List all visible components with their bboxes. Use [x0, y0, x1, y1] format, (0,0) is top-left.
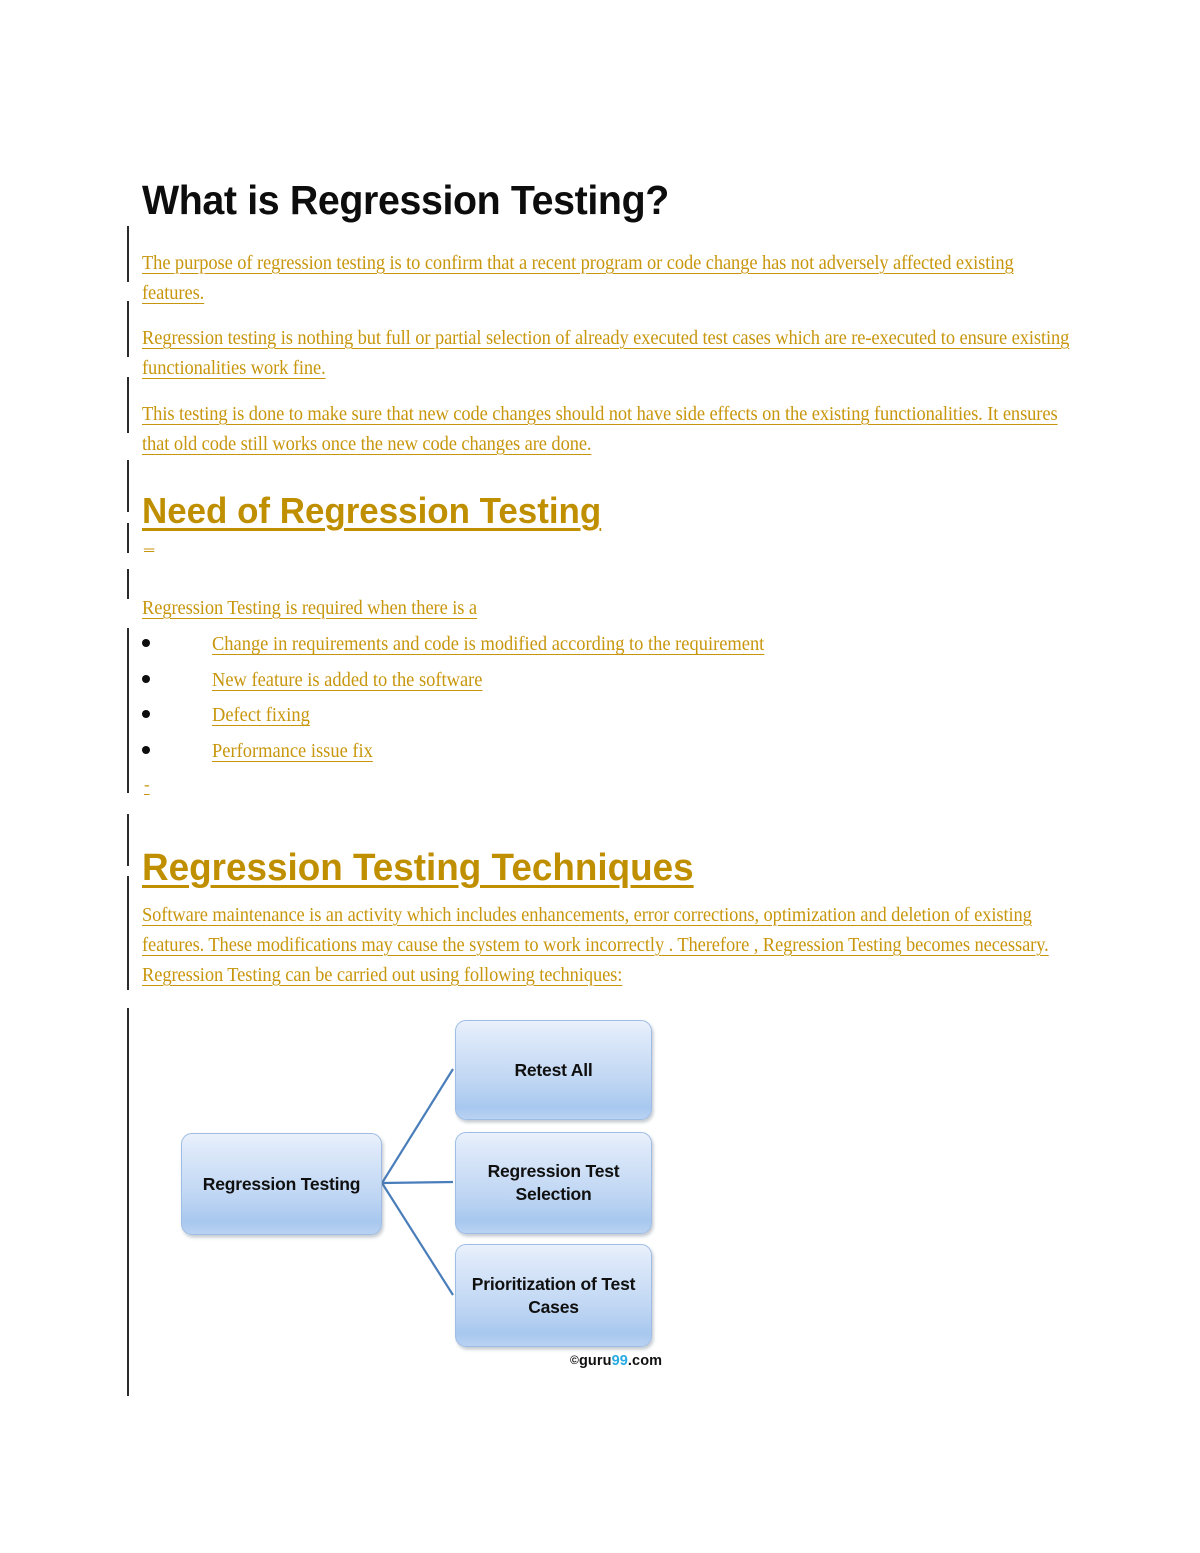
revision-change-bar: [127, 460, 129, 512]
watermark-tld: .com: [627, 1353, 663, 1369]
paragraph-techniques-intro: Software maintenance is an activity whic…: [142, 903, 1049, 986]
list-item-label: Change in requirements and code is modif…: [212, 633, 765, 655]
guru99-watermark: ©guru99.com: [570, 1353, 662, 1369]
section-heading-need: Need of Regression Testing: [142, 489, 602, 531]
list-item: Defect fixing: [0, 701, 1000, 737]
list-item: New feature is added to the software: [0, 666, 1000, 702]
diagram-node-prioritization-of-test-cases: Prioritization of Test Cases: [455, 1244, 652, 1347]
revision-change-bar: [127, 226, 129, 282]
bullet-dot-icon: [142, 674, 150, 683]
bullet-dot-icon: [142, 710, 150, 718]
paragraph-intro-1: The purpose of regression testing is to …: [142, 251, 1014, 304]
list-item-label: Defect fixing: [212, 704, 310, 726]
paragraph-intro-3: This testing is done to make sure that n…: [142, 402, 1058, 455]
diagram-node-regression-test-selection: Regression Test Selection: [455, 1132, 652, 1234]
watermark-name: guru: [578, 1353, 612, 1369]
revision-change-bar: [127, 523, 129, 553]
list-item: Performance issue fix: [0, 737, 1000, 773]
page-title: What is Regression Testing?: [142, 177, 669, 224]
list-item-label: Performance issue fix: [212, 739, 373, 762]
watermark-number: 99: [611, 1353, 628, 1369]
revision-change-bar: [127, 377, 129, 433]
list-item: Change in requirements and code is modif…: [0, 630, 1000, 666]
diagram-node-root: Regression Testing: [181, 1133, 382, 1235]
revision-change-bar: [127, 876, 129, 990]
bullet-dot-icon: [142, 639, 150, 647]
dash-after-bullet-list: -: [144, 775, 150, 794]
revision-change-bar: [127, 814, 129, 866]
revision-change-bar: [127, 569, 129, 599]
revision-change-bar: [127, 1008, 129, 1396]
dash-after-need-heading: _: [144, 530, 155, 552]
section-heading-techniques: Regression Testing Techniques: [142, 846, 694, 889]
need-bullet-list: Change in requirements and code is modif…: [0, 630, 1000, 772]
paragraph-need-intro: Regression Testing is required when ther…: [142, 596, 477, 619]
bullet-dot-icon: [142, 745, 150, 754]
revision-change-bar: [127, 301, 129, 357]
paragraph-intro-2: Regression testing is nothing but full o…: [142, 326, 1070, 379]
regression-testing-techniques-diagram: Regression Testing Retest All Regression…: [160, 1005, 720, 1395]
document-page: What is Regression Testing? The purpose …: [0, 0, 1200, 1553]
copyright-icon: ©: [570, 1353, 579, 1367]
list-item-label: New feature is added to the software: [212, 668, 483, 691]
diagram-node-retest-all: Retest All: [455, 1020, 652, 1120]
